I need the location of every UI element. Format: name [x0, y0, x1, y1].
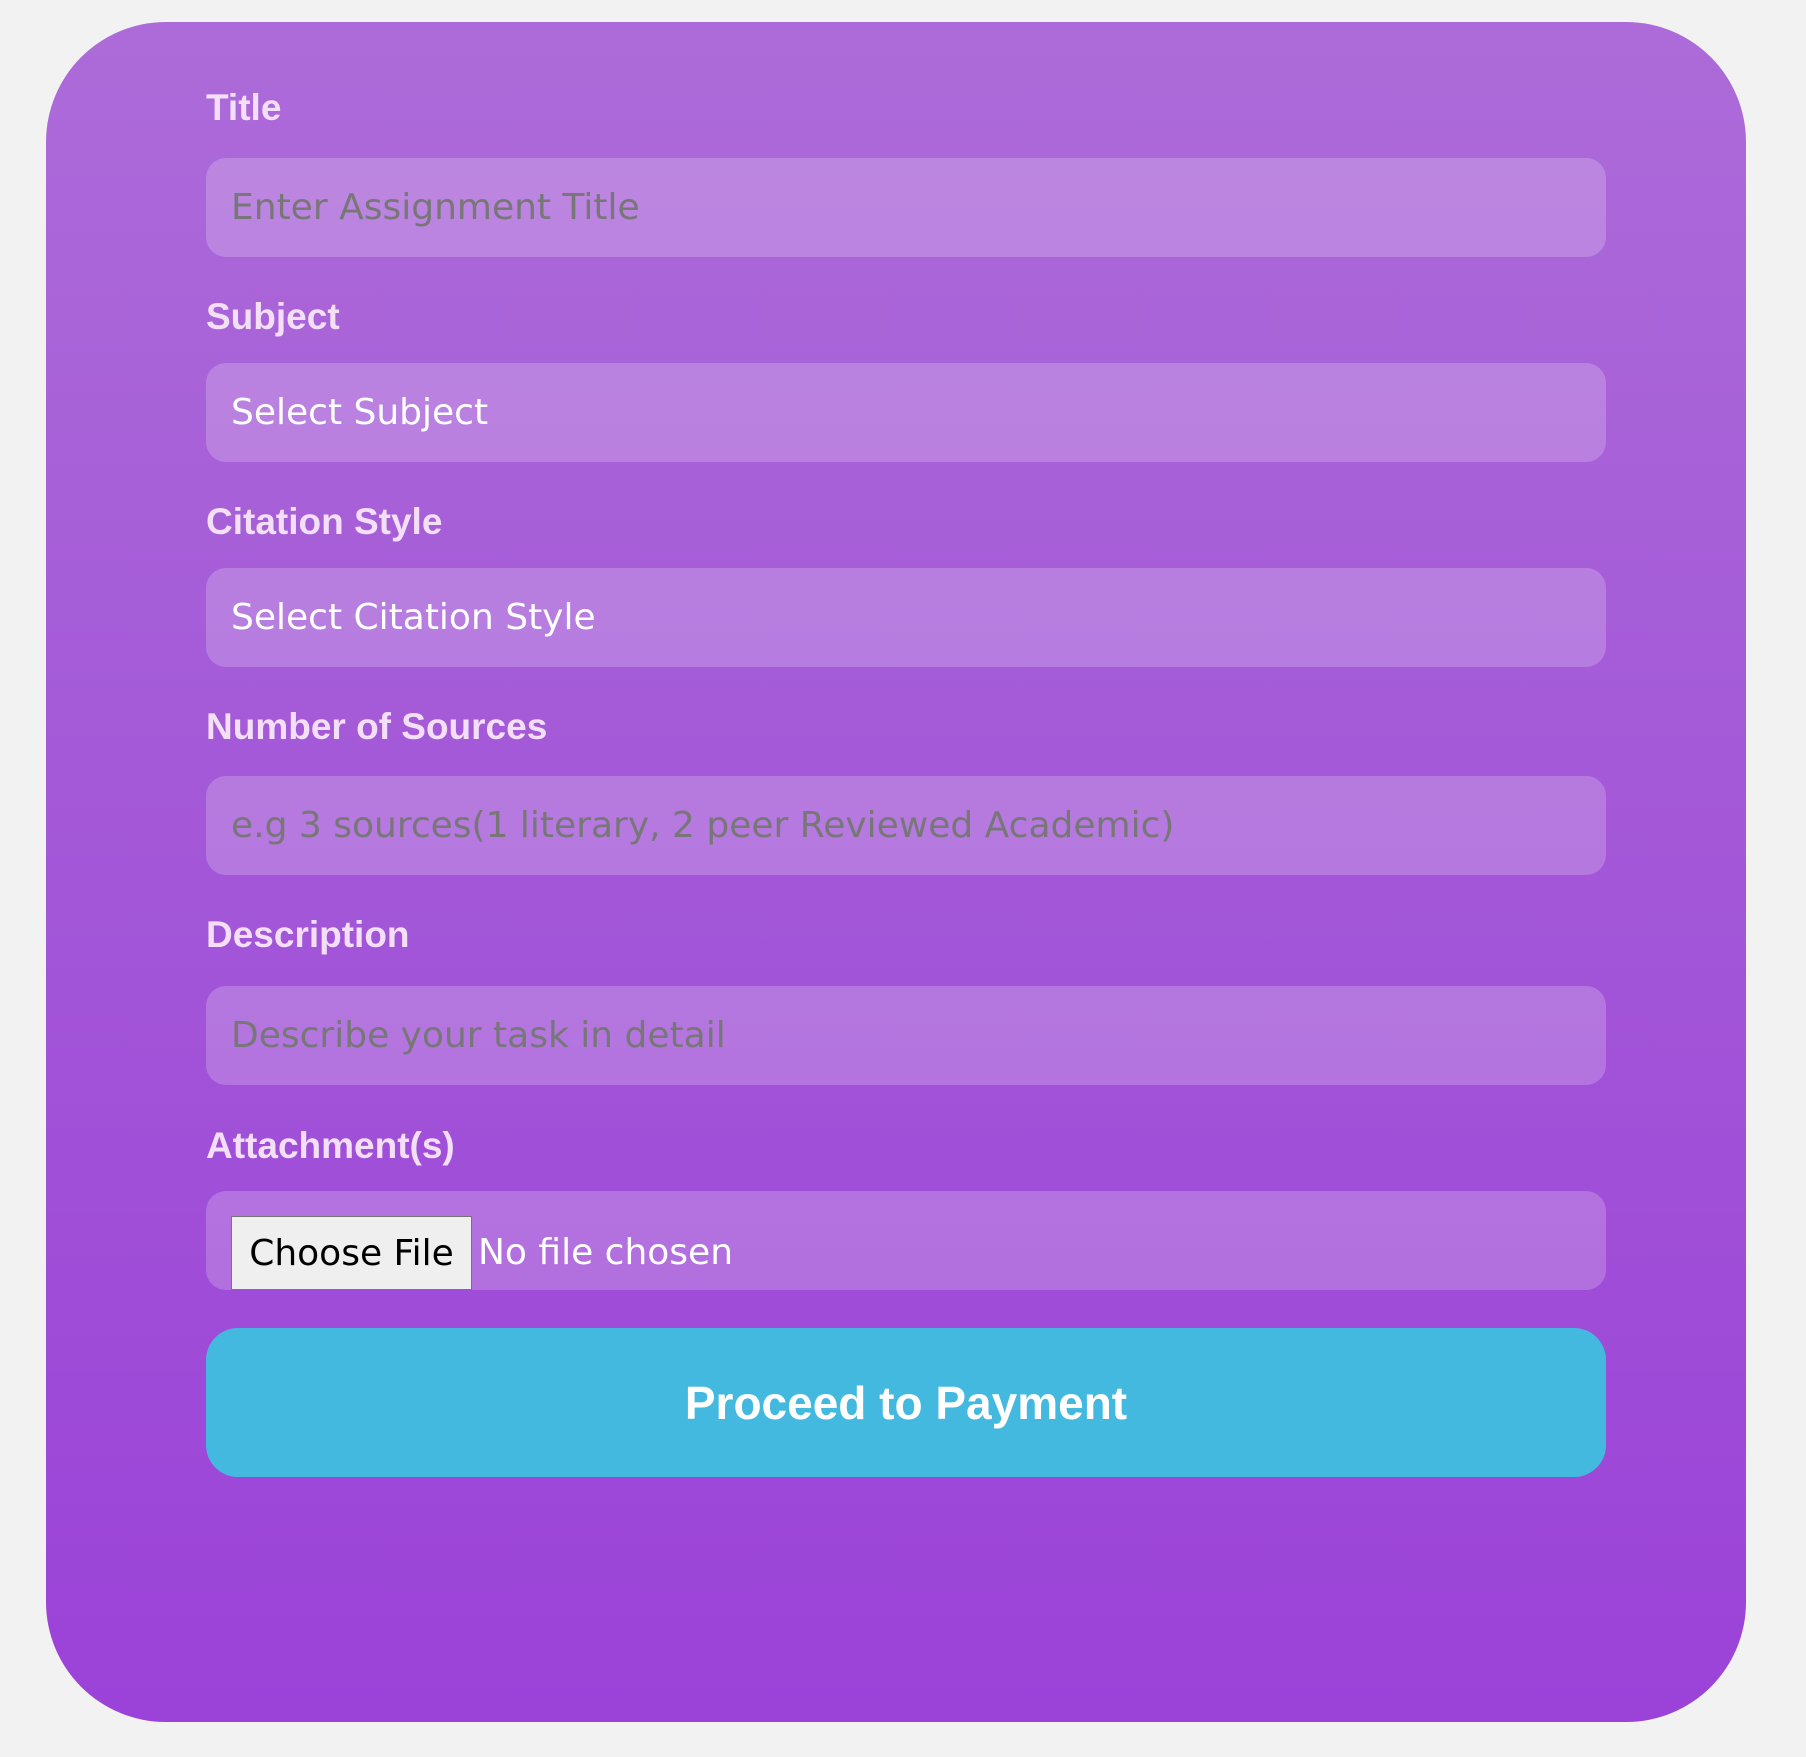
- subject-label: Subject: [206, 296, 340, 337]
- description-label: Description: [206, 914, 410, 955]
- title-placeholder: Enter Assignment Title: [231, 187, 640, 228]
- description-placeholder: Describe your task in detail: [231, 1015, 726, 1056]
- attachments-input: Choose File No file chosen: [206, 1191, 1606, 1290]
- sources-placeholder: e.g 3 sources(1 literary, 2 peer Reviewe…: [231, 805, 1175, 846]
- citation-style-select[interactable]: Select Citation Style: [206, 568, 1606, 667]
- choose-file-button[interactable]: Choose File: [231, 1216, 472, 1290]
- sources-input[interactable]: e.g 3 sources(1 literary, 2 peer Reviewe…: [206, 776, 1606, 875]
- description-input[interactable]: Describe your task in detail: [206, 986, 1606, 1085]
- file-status: No file chosen: [478, 1232, 734, 1273]
- sources-label: Number of Sources: [206, 706, 548, 747]
- title-label: Title: [206, 87, 282, 128]
- citation-style-label: Citation Style: [206, 501, 443, 542]
- proceed-to-payment-button[interactable]: Proceed to Payment: [206, 1328, 1606, 1477]
- citation-style-value: Select Citation Style: [231, 597, 596, 638]
- attachments-label: Attachment(s): [206, 1125, 455, 1166]
- subject-select[interactable]: Select Subject: [206, 363, 1606, 462]
- subject-value: Select Subject: [231, 392, 489, 433]
- title-input[interactable]: Enter Assignment Title: [206, 158, 1606, 257]
